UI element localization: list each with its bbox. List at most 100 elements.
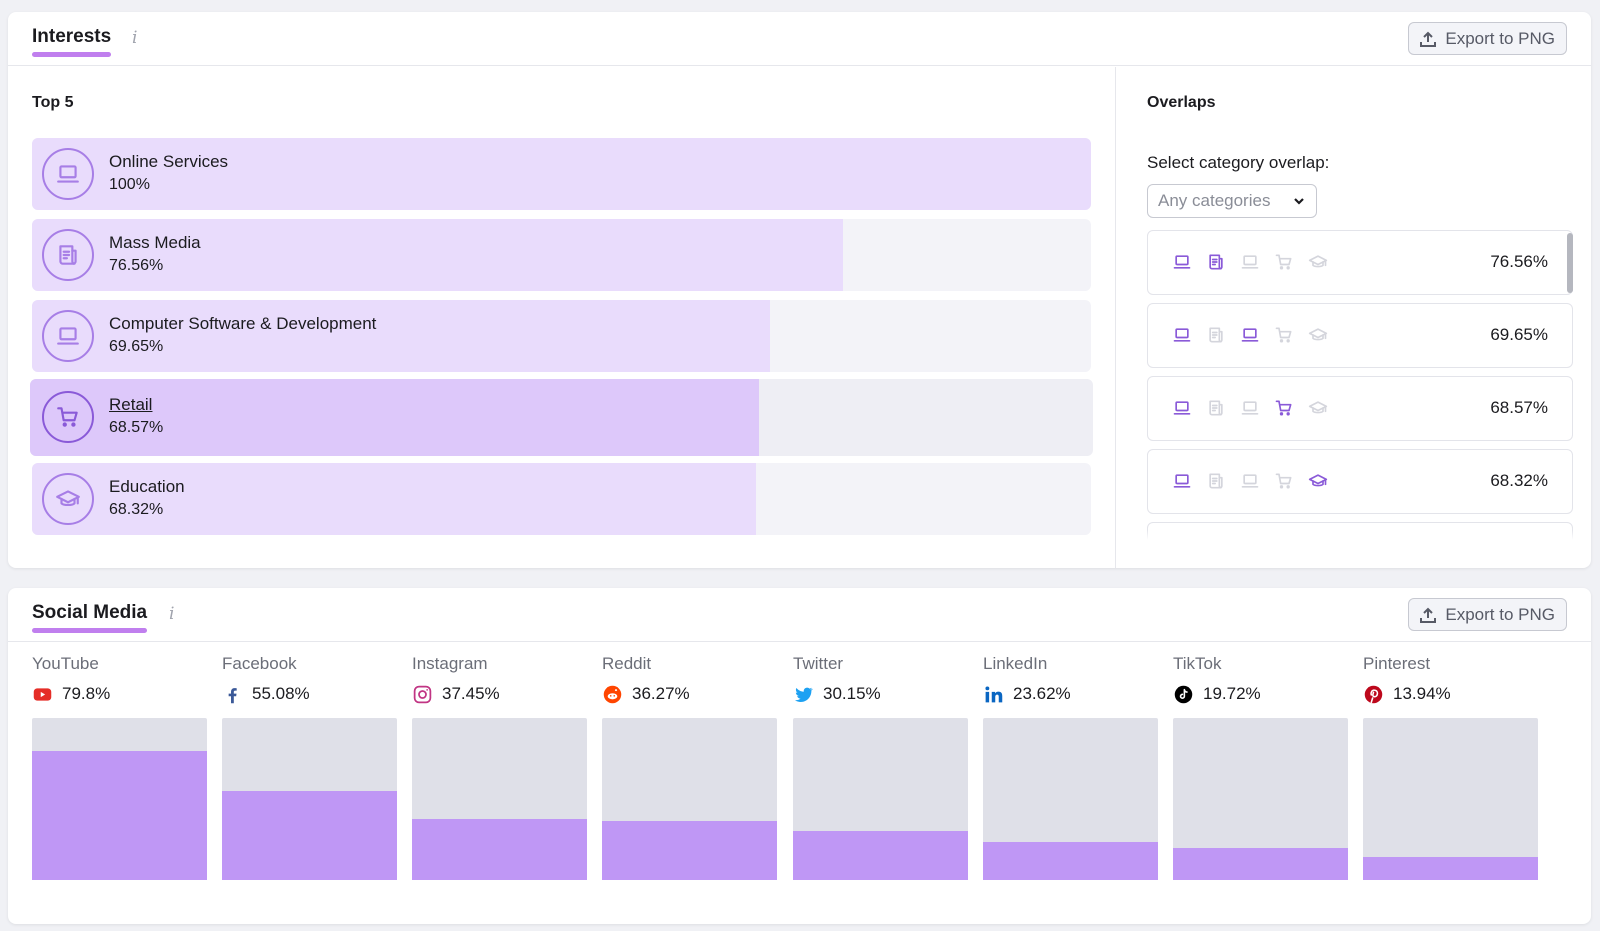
platform-value: 30.15%	[823, 684, 881, 703]
social-platform-reddit: Reddit 36.27%	[602, 654, 777, 706]
laptop-icon	[1240, 470, 1260, 492]
overlap-item[interactable]: 76.56%	[1147, 230, 1573, 295]
platform-value: 55.08%	[252, 684, 310, 703]
platform-value: 79.8%	[62, 684, 111, 703]
upload-icon	[1420, 607, 1437, 623]
laptop-icon	[42, 148, 94, 200]
social-platform-linkedin: LinkedIn 23.62%	[983, 654, 1158, 706]
newspaper-icon	[1206, 397, 1226, 419]
platform-name: Reddit	[602, 654, 652, 673]
social-bar-tiktok[interactable]	[1173, 718, 1348, 880]
social-bar-twitter[interactable]	[793, 718, 968, 880]
graduation-cap-icon	[42, 473, 94, 525]
overlap-icons	[1172, 470, 1328, 492]
cart-icon	[1274, 397, 1294, 419]
social-platform-youtube: YouTube 79.8%	[32, 654, 207, 706]
category-overlap-select[interactable]: Any categories	[1147, 184, 1317, 218]
overlap-scrollbar[interactable]	[1567, 233, 1573, 293]
interests-title: Interests	[32, 26, 112, 47]
export-png-button[interactable]: Export to PNG	[1408, 598, 1567, 631]
platform-name: Twitter	[793, 654, 844, 673]
social-platform-tiktok: TikTok 19.72%	[1173, 654, 1348, 706]
overlap-item[interactable]: 68.57%	[1147, 376, 1573, 441]
social-bar-reddit[interactable]	[602, 718, 777, 880]
social-platform-twitter: Twitter 30.15%	[793, 654, 968, 706]
export-label: Export to PNG	[1445, 604, 1555, 624]
export-png-button[interactable]: Export to PNG	[1408, 22, 1567, 55]
overlap-list: 76.56% 69.65% 68.57% 68.32%	[1147, 230, 1573, 540]
graduation-cap-icon	[1308, 324, 1328, 346]
interest-value: 69.65%	[109, 338, 164, 355]
interest-bar-fill	[32, 138, 1091, 210]
newspaper-icon	[1206, 470, 1226, 492]
cart-icon	[1274, 324, 1294, 346]
export-label: Export to PNG	[1445, 28, 1555, 48]
overlap-icons	[1172, 251, 1328, 273]
social-bar-fill	[1173, 848, 1348, 880]
social-bar-facebook[interactable]	[222, 718, 397, 880]
top5-heading: Top 5	[32, 94, 74, 111]
platform-name: Pinterest	[1363, 654, 1431, 673]
list-fade	[1147, 530, 1573, 540]
interest-value: 68.57%	[109, 419, 164, 436]
overlap-value: 69.65%	[1490, 325, 1548, 344]
laptop-icon	[1172, 397, 1192, 419]
overlap-value: 76.56%	[1490, 252, 1548, 271]
facebook-icon	[222, 684, 243, 705]
overlaps-heading: Overlaps	[1147, 94, 1216, 111]
laptop-icon	[1240, 397, 1260, 419]
laptop-icon	[1240, 251, 1260, 273]
social-media-tab[interactable]: Social Media	[32, 602, 148, 633]
social-bar-youtube[interactable]	[32, 718, 207, 880]
social-platform-instagram: Instagram 37.45%	[412, 654, 587, 706]
social-platform-facebook: Facebook 55.08%	[222, 654, 397, 706]
overlap-item[interactable]: 68.32%	[1147, 449, 1573, 514]
social-bar-fill	[793, 831, 968, 880]
interest-name: Computer Software & Development	[109, 314, 377, 333]
social-bar-linkedin[interactable]	[983, 718, 1158, 880]
platform-value: 19.72%	[1203, 684, 1261, 703]
social-platform-pinterest: Pinterest 13.94%	[1363, 654, 1538, 706]
tiktok-icon	[1173, 684, 1194, 705]
newspaper-icon	[1206, 324, 1226, 346]
active-tab-underline	[32, 628, 148, 633]
social-bar-fill	[222, 790, 397, 880]
social-bar-pinterest[interactable]	[1363, 718, 1538, 880]
newspaper-icon	[1206, 251, 1226, 273]
interests-tab[interactable]: Interests	[32, 26, 112, 57]
info-icon[interactable]: i	[169, 604, 174, 624]
interest-bar-row[interactable]: Mass Media 76.56%	[32, 219, 1091, 291]
platform-name: Instagram	[412, 654, 488, 673]
platform-value: 36.27%	[632, 684, 690, 703]
interest-bar-row[interactable]: Computer Software & Development 69.65%	[32, 300, 1091, 372]
social-media-card: Social Media i Export to PNG YouTube 79.…	[8, 588, 1591, 924]
overlap-icons	[1172, 397, 1328, 419]
platform-name: YouTube	[32, 654, 99, 673]
info-icon[interactable]: i	[132, 28, 137, 48]
interest-bar-fill	[32, 463, 756, 535]
pinterest-icon	[1363, 684, 1384, 705]
overlap-item[interactable]: 69.65%	[1147, 303, 1573, 368]
laptop-icon	[1240, 324, 1260, 346]
interest-name[interactable]: Retail	[109, 395, 152, 415]
social-bar-instagram[interactable]	[412, 718, 587, 880]
linkedin-icon	[983, 684, 1004, 705]
overlap-icons	[1172, 324, 1328, 346]
interest-bar-row[interactable]: Education 68.32%	[32, 463, 1091, 535]
chevron-down-icon	[1294, 198, 1304, 205]
social-bar-fill	[983, 841, 1158, 880]
interest-value: 68.32%	[109, 501, 164, 518]
newspaper-icon	[42, 229, 94, 281]
social-bar-fill	[1363, 857, 1538, 880]
interest-bar-fill	[30, 379, 759, 456]
cart-icon	[1274, 251, 1294, 273]
graduation-cap-icon	[1308, 470, 1328, 492]
graduation-cap-icon	[1308, 251, 1328, 273]
interest-value: 100%	[109, 176, 150, 193]
twitter-icon	[793, 684, 814, 705]
overlap-value: 68.57%	[1490, 398, 1548, 417]
upload-icon	[1420, 31, 1437, 47]
top5-pane: Top 5 Online Services 100% Mass Media 76…	[8, 67, 1116, 568]
interest-bar-row[interactable]: Online Services 100%	[32, 138, 1091, 210]
interest-bar-row[interactable]: Retail 68.57%	[30, 379, 1093, 456]
